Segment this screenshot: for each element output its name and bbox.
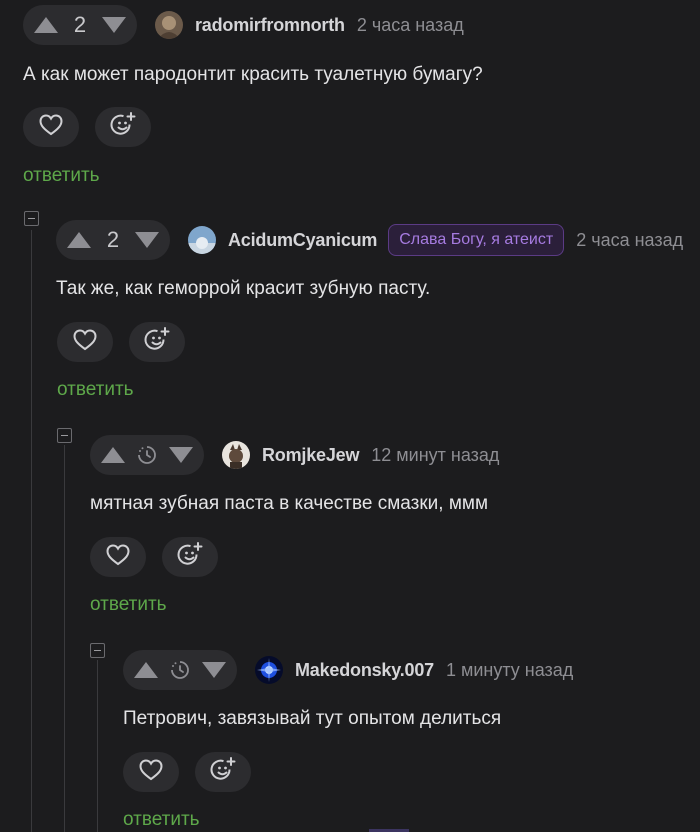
arrow-up-icon[interactable] — [66, 230, 92, 250]
username[interactable]: radomirfromnorth — [195, 15, 345, 36]
timestamp[interactable]: 2 часа назад — [576, 230, 683, 251]
rating-widget — [123, 650, 237, 690]
avatar[interactable] — [188, 226, 216, 254]
avatar[interactable] — [255, 656, 283, 684]
arrow-up-icon[interactable] — [133, 660, 159, 680]
comment-text: Петрович, завязывай тут опытом делиться — [123, 708, 502, 729]
like-button[interactable] — [57, 322, 113, 362]
rating-widget: 2 — [23, 5, 137, 45]
heart-icon — [106, 543, 130, 571]
like-button[interactable] — [90, 537, 146, 577]
arrow-up-icon[interactable] — [33, 15, 59, 35]
username[interactable]: Makedonsky.007 — [295, 660, 434, 681]
user-badge: Слава Богу, я атеист — [388, 224, 565, 256]
timestamp[interactable]: 1 минуту назад — [446, 660, 573, 681]
heart-icon — [139, 758, 163, 786]
arrow-down-icon[interactable] — [134, 230, 160, 250]
arrow-up-icon[interactable] — [100, 445, 126, 465]
emoji-add-icon — [176, 541, 204, 574]
heart-icon — [39, 113, 63, 141]
thread-line-3 — [97, 660, 98, 832]
username[interactable]: AcidumCyanicum — [228, 230, 377, 251]
collapse-icon[interactable] — [90, 643, 105, 658]
add-reaction-button[interactable] — [95, 107, 151, 147]
thread-line-1 — [31, 230, 32, 832]
reply-link[interactable]: ответить — [90, 594, 167, 616]
timer-icon — [169, 659, 191, 681]
comment-text: Так же, как геморрой красит зубную пасту… — [56, 278, 431, 299]
thread-line-2 — [64, 445, 65, 832]
comment-text: А как может пародонтит красить туалетную… — [23, 64, 483, 85]
add-reaction-button[interactable] — [162, 537, 218, 577]
comment-text: мятная зубная паста в качестве смазки, м… — [90, 493, 489, 514]
emoji-add-icon — [143, 326, 171, 359]
arrow-down-icon[interactable] — [101, 15, 127, 35]
like-button[interactable] — [23, 107, 79, 147]
avatar[interactable] — [222, 441, 250, 469]
rating-widget — [90, 435, 204, 475]
username[interactable]: RomjkeJew — [262, 445, 359, 466]
rating-widget: 2 — [56, 220, 170, 260]
like-button[interactable] — [123, 752, 179, 792]
collapse-icon[interactable] — [57, 428, 72, 443]
heart-icon — [73, 328, 97, 356]
reply-link[interactable]: ответить — [23, 165, 100, 187]
arrow-down-icon[interactable] — [168, 445, 194, 465]
emoji-add-icon — [109, 111, 137, 144]
emoji-add-icon — [209, 756, 237, 789]
reply-link[interactable]: ответить — [123, 809, 200, 831]
reply-link[interactable]: ответить — [57, 379, 134, 401]
timestamp[interactable]: 2 часа назад — [357, 15, 464, 36]
avatar[interactable] — [155, 11, 183, 39]
timer-icon — [136, 444, 158, 466]
collapse-icon[interactable] — [24, 211, 39, 226]
timestamp[interactable]: 12 минут назад — [371, 445, 499, 466]
add-reaction-button[interactable] — [195, 752, 251, 792]
rating-count: 2 — [73, 12, 87, 37]
rating-count: 2 — [106, 227, 120, 252]
arrow-down-icon[interactable] — [201, 660, 227, 680]
add-reaction-button[interactable] — [129, 322, 185, 362]
